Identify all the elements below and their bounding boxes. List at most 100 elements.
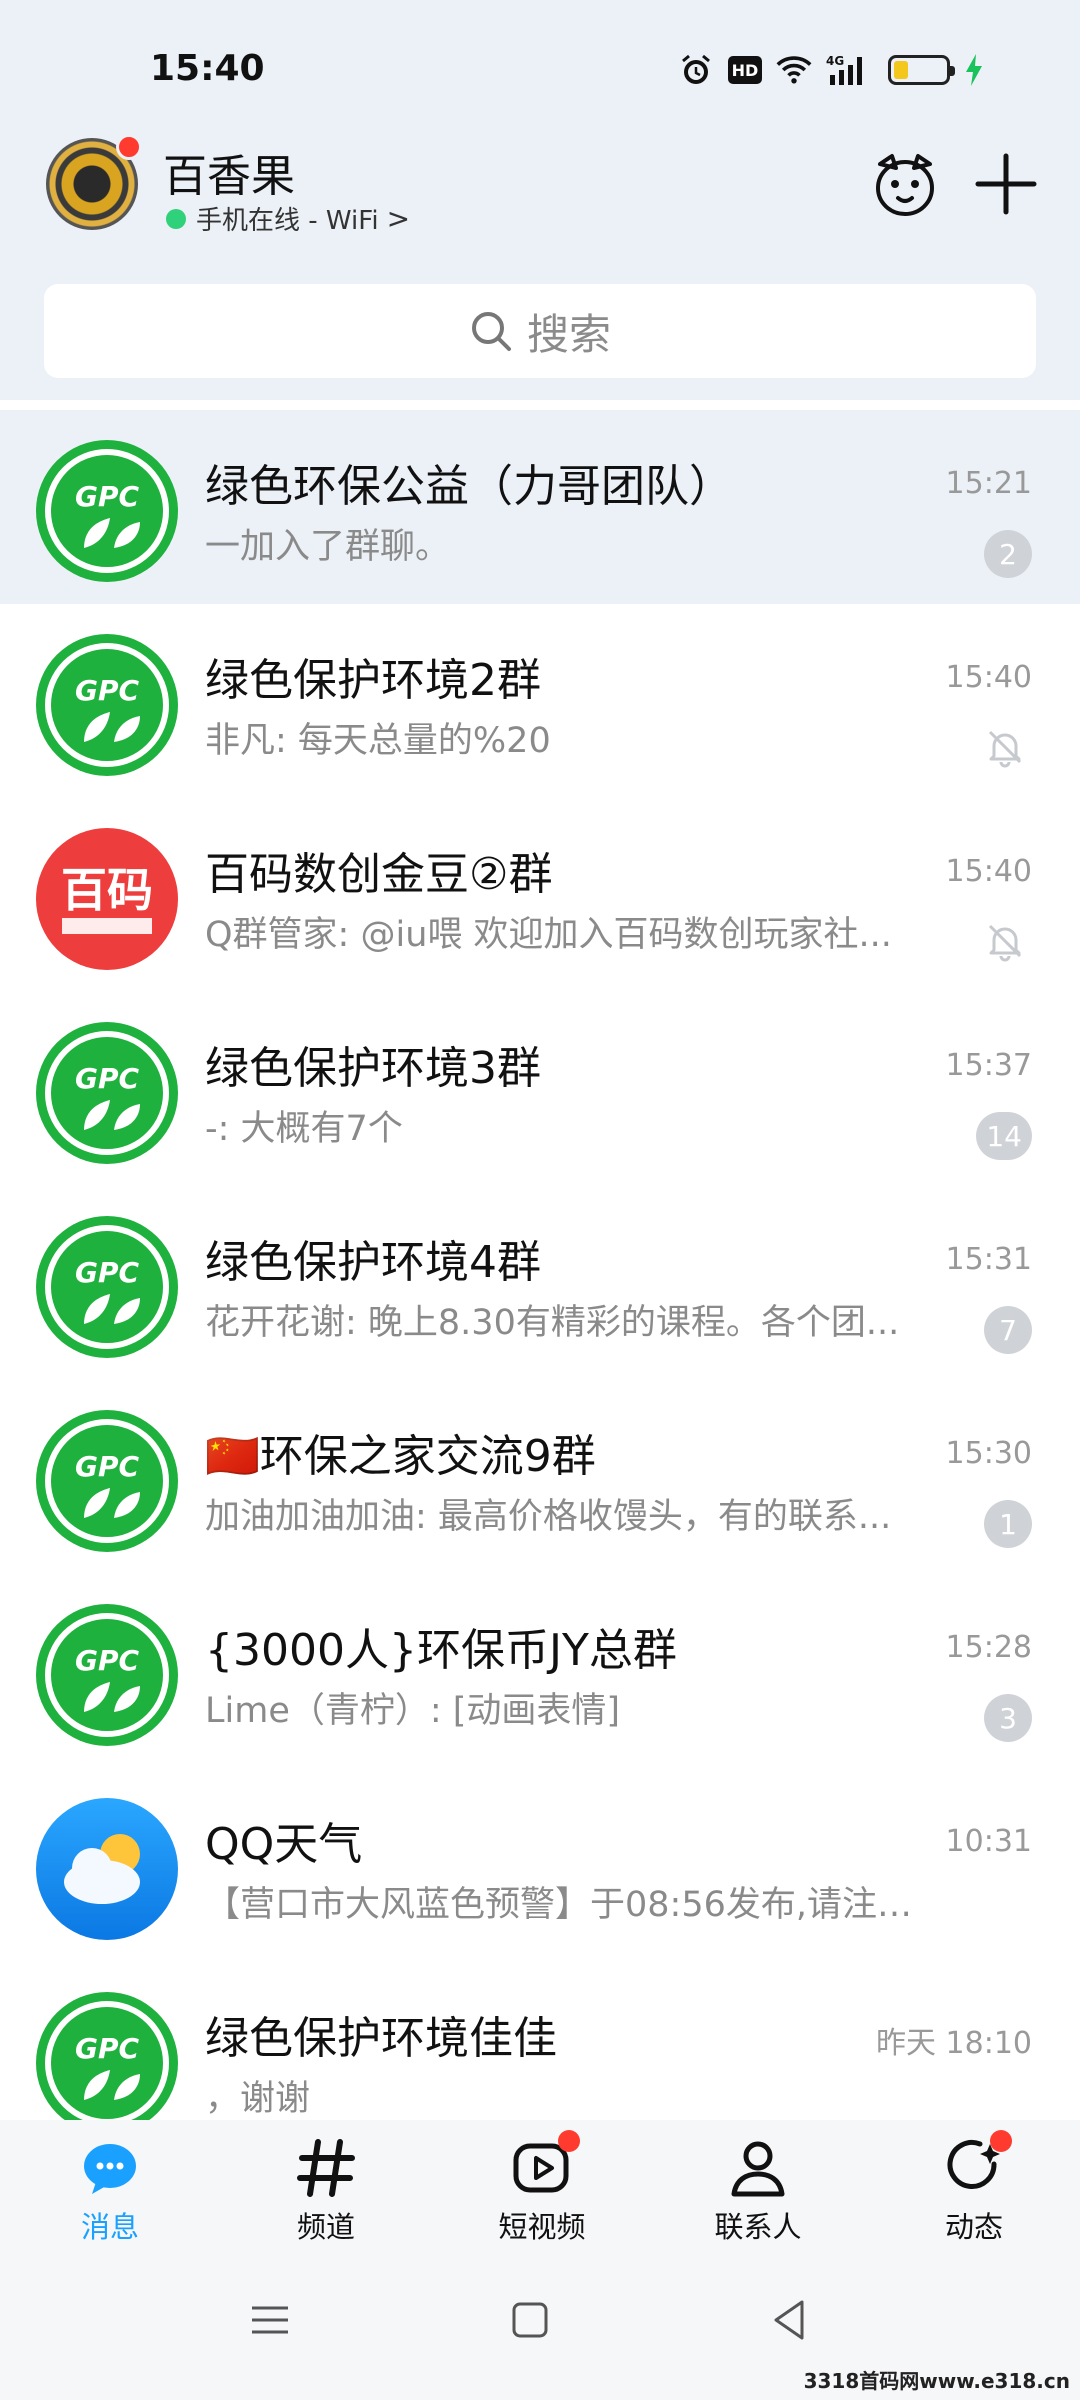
cellular-signal-icon: 4G <box>826 52 874 88</box>
chat-row[interactable]: GPC 🇨🇳环保之家交流9群 加油加油加油: 最高价格收馒头，有的联系... 15:… <box>0 1380 1080 1574</box>
chat-last-message: 花开花谢: 晚上8.30有精彩的课程。各个团... <box>205 1303 900 1343</box>
chat-time: 15:21 <box>945 466 1032 501</box>
chat-title: 百码数创金豆②群 <box>205 849 553 900</box>
chat-last-message: Q群管家: @iu喂 欢迎加入百码数创玩家社... <box>205 915 892 955</box>
chat-avatar[interactable]: GPC <box>36 1410 178 1552</box>
unread-badge: 14 <box>976 1112 1032 1160</box>
notification-dot <box>558 2130 580 2152</box>
chat-last-message: ，谢谢 <box>205 2079 311 2119</box>
muted-bell-icon <box>984 920 1026 962</box>
chat-time: 15:40 <box>945 660 1032 695</box>
chat-row[interactable]: GPC 绿色保护环境2群非凡: 每天总量的%20 15:40 <box>0 604 1080 798</box>
chat-time: 15:28 <box>945 1630 1032 1665</box>
nav-label: 短视频 <box>498 2210 586 2244</box>
search-icon <box>471 312 511 351</box>
nav-item[interactable]: 消息 <box>30 2136 190 2246</box>
online-status-text: 手机在线 - WiFi <box>196 206 379 236</box>
chat-time: 15:37 <box>945 1048 1032 1083</box>
mascot-icon[interactable] <box>870 150 940 220</box>
nav-item[interactable]: 联系人 <box>678 2136 838 2246</box>
chat-time: 10:31 <box>945 1824 1032 1859</box>
chat-last-message: -: 大概有7个 <box>205 1109 403 1149</box>
svg-text:GPC: GPC <box>75 480 140 513</box>
chat-title: 绿色保护环境3群 <box>205 1043 541 1094</box>
status-bar: 15:40 HD 4G <box>0 0 1080 140</box>
nav-label: 消息 <box>80 2210 139 2244</box>
search-placeholder: 搜索 <box>526 309 611 359</box>
chat-last-message: 【营口市大风蓝色预警】于08:56发布,请注意! <box>205 1885 925 1925</box>
svg-text:GPC: GPC <box>75 1256 140 1289</box>
chat-title: 绿色保护环境4群 <box>205 1237 541 1288</box>
chat-row[interactable]: QQ天气【营口市大风蓝色预警】于08:56发布,请注意! 10:31 <box>0 1768 1080 1962</box>
unread-badge: 3 <box>984 1694 1032 1742</box>
chat-avatar[interactable]: 百码 <box>36 828 178 970</box>
header: 百香果 手机在线 - WiFi > <box>0 130 1080 250</box>
status-time: 15:40 <box>150 48 265 89</box>
chat-title: {3000人}环保币JY总群 <box>205 1625 677 1676</box>
chat-row[interactable]: GPC 绿色保护环境4群花开花谢: 晚上8.30有精彩的课程。各个团... 15:… <box>0 1186 1080 1380</box>
chevron-right-icon: > <box>386 202 411 235</box>
svg-text:GPC: GPC <box>75 2032 140 2065</box>
message-bubble-icon <box>78 2136 142 2200</box>
muted-bell-icon <box>984 726 1026 768</box>
nav-label: 频道 <box>296 2210 355 2244</box>
chat-avatar[interactable]: GPC <box>36 634 178 776</box>
bottom-nav: 消息 频道 短视频 联系人 动态 <box>0 2120 1080 2250</box>
nav-item[interactable]: 动态 <box>894 2130 1054 2246</box>
unread-badge: 1 <box>984 1500 1032 1548</box>
chat-last-message: 加油加油加油: 最高价格收馒头，有的联系... <box>205 1497 892 1537</box>
chat-row[interactable]: GPC 绿色环保公益（力哥团队） 一加入了群聊。 15:21 2 <box>0 410 1080 604</box>
chat-title: 🇨🇳环保之家交流9群 <box>205 1431 596 1482</box>
nav-label: 动态 <box>944 2210 1003 2244</box>
battery-icon <box>888 55 955 85</box>
online-status[interactable]: 手机在线 - WiFi > <box>166 200 410 237</box>
hd-icon: HD <box>728 56 762 84</box>
chat-title: QQ天气 <box>205 1819 363 1870</box>
search-bar[interactable]: 搜索 <box>44 284 1036 378</box>
chat-avatar[interactable]: GPC <box>36 1992 178 2134</box>
menu-icon[interactable] <box>240 2290 300 2350</box>
svg-text:GPC: GPC <box>75 1450 140 1483</box>
wifi-icon <box>776 52 812 88</box>
watermark: 3318首码网www.e318.cn <box>803 2369 1070 2393</box>
chat-last-message: Lime（青柠）: [动画表情] <box>205 1691 621 1731</box>
chat-title: 绿色环保公益（力哥团队） <box>205 461 733 512</box>
add-button[interactable] <box>970 148 1042 220</box>
chat-row[interactable]: GPC 绿色保护环境3群 -: 大概有7个 15:37 14 <box>0 992 1080 1186</box>
svg-text:GPC: GPC <box>75 1062 140 1095</box>
nav-label: 联系人 <box>714 2210 802 2244</box>
chat-avatar[interactable]: GPC <box>36 440 178 582</box>
unread-badge: 7 <box>984 1306 1032 1354</box>
chat-time: 昨天 18:10 <box>876 2026 1032 2061</box>
chat-avatar[interactable] <box>36 1798 178 1940</box>
nav-item[interactable]: 频道 <box>246 2136 406 2246</box>
chat-avatar[interactable]: GPC <box>36 1604 178 1746</box>
svg-text:GPC: GPC <box>75 1644 140 1677</box>
user-name[interactable]: 百香果 <box>163 140 295 204</box>
contact-person-icon <box>726 2136 790 2200</box>
hashtag-icon <box>294 2136 358 2200</box>
chat-avatar[interactable]: GPC <box>36 1216 178 1358</box>
svg-text:GPC: GPC <box>75 674 140 707</box>
charging-icon <box>964 52 984 88</box>
network-type-label: 4G <box>826 54 844 68</box>
chat-title: 绿色保护环境佳佳 <box>205 2013 557 2064</box>
nav-item[interactable]: 短视频 <box>462 2130 622 2246</box>
play-video-icon <box>510 2130 580 2200</box>
notification-dot <box>990 2130 1012 2152</box>
chat-row[interactable]: GPC {3000人}环保币JY总群 Lime（青柠）: [动画表情] 15:28 3 <box>0 1574 1080 1768</box>
chat-title: 绿色保护环境2群 <box>205 655 541 706</box>
chat-time: 15:40 <box>945 854 1032 889</box>
home-icon[interactable] <box>500 2290 560 2350</box>
back-icon[interactable] <box>760 2290 820 2350</box>
unread-badge: 2 <box>984 530 1032 578</box>
notification-dot <box>116 134 142 160</box>
chat-time: 15:31 <box>945 1242 1032 1277</box>
chat-last-message: 非凡: 每天总量的%20 <box>205 721 551 761</box>
alarm-icon <box>678 52 714 88</box>
chat-row[interactable]: 百码 百码数创金豆②群 Q群管家: @iu喂 欢迎加入百码数创玩家社... 15:4… <box>0 798 1080 992</box>
status-icons: HD 4G <box>678 52 984 88</box>
system-navigation-bar: 3318首码网www.e318.cn <box>0 2250 1080 2400</box>
activity-star-icon <box>942 2130 1012 2200</box>
chat-avatar[interactable]: GPC <box>36 1022 178 1164</box>
